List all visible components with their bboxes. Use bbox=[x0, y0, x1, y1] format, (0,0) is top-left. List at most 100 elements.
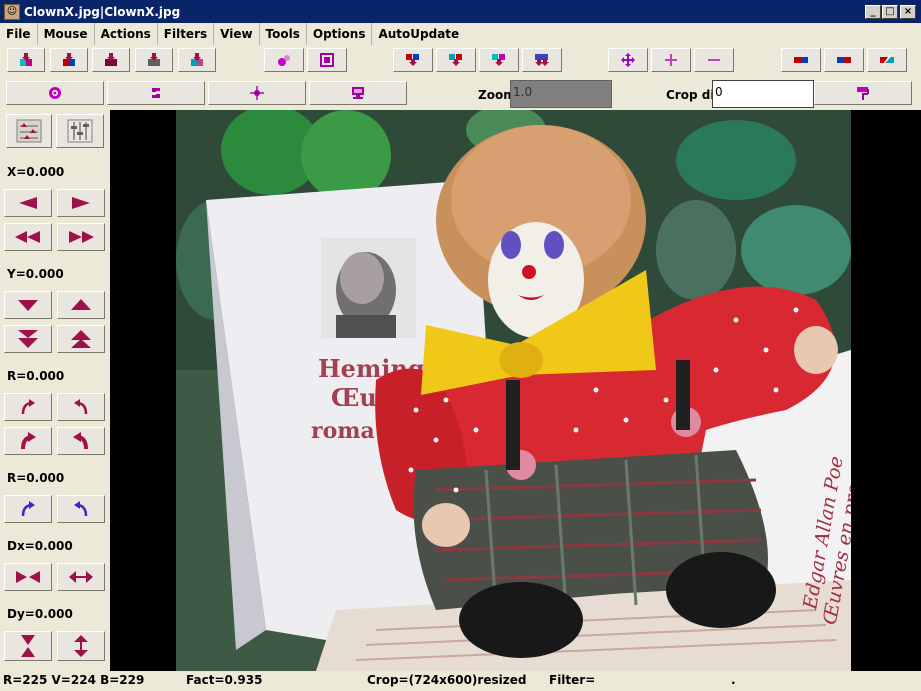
menu-autoupdate[interactable]: AutoUpdate bbox=[372, 23, 465, 45]
fine-rotate-left-button[interactable] bbox=[57, 495, 105, 523]
menu-file[interactable]: File bbox=[0, 23, 38, 45]
minus-icon bbox=[708, 59, 720, 61]
sliders-icon bbox=[67, 119, 93, 143]
anaglyph-image[interactable]: Hemingw Œu roma Edgar Allan Poe Œuvres e… bbox=[176, 110, 851, 671]
zoom-field[interactable]: 1.0 bbox=[510, 80, 612, 108]
load-stereo-icon bbox=[105, 53, 117, 66]
monitor-icon bbox=[352, 87, 364, 99]
fast-right-button[interactable] bbox=[57, 223, 105, 251]
load-right-button[interactable] bbox=[50, 48, 88, 72]
load-right-icon bbox=[63, 53, 75, 66]
image-viewer[interactable]: Hemingw Œu roma Edgar Allan Poe Œuvres e… bbox=[110, 110, 921, 671]
flip-icon bbox=[880, 54, 894, 66]
load-mix-icon bbox=[191, 53, 203, 66]
arrow-down-icon bbox=[18, 300, 38, 311]
load-mix-button[interactable] bbox=[178, 48, 216, 72]
flip-button[interactable] bbox=[867, 48, 907, 72]
fine-rotate-right-button[interactable] bbox=[4, 495, 52, 523]
close-button[interactable]: × bbox=[900, 5, 916, 19]
fast-rotate-left-button[interactable] bbox=[57, 427, 105, 455]
clown-photo: Hemingw Œu roma Edgar Allan Poe Œuvres e… bbox=[176, 110, 851, 671]
fast-rotate-cw-icon bbox=[21, 432, 36, 450]
load-left-icon bbox=[20, 53, 32, 66]
align-button[interactable] bbox=[107, 81, 205, 105]
shrink-vertical-icon bbox=[21, 635, 35, 657]
stretch-horizontal-icon bbox=[69, 571, 93, 583]
minimize-button[interactable]: _ bbox=[865, 5, 881, 19]
save-left-button[interactable] bbox=[393, 48, 433, 72]
fine-rotate-ccw-icon bbox=[74, 501, 88, 517]
status-bar: R=225 V=224 B=229 Fact=0.935 Crop=(724x6… bbox=[0, 671, 921, 691]
paint-button[interactable] bbox=[814, 81, 912, 105]
move-down-button[interactable] bbox=[4, 291, 52, 319]
move-left-button[interactable] bbox=[4, 189, 52, 217]
stereo-mode-button[interactable] bbox=[6, 81, 104, 105]
save-right-button[interactable] bbox=[436, 48, 476, 72]
fast-left-button[interactable] bbox=[4, 223, 52, 251]
shrink-y-button[interactable] bbox=[4, 631, 52, 661]
status-crop: Crop=(724x600)resized bbox=[367, 673, 527, 687]
fine-rotate-cw-icon bbox=[21, 501, 35, 517]
rotate-right-button[interactable] bbox=[4, 393, 52, 421]
swap-button[interactable] bbox=[781, 48, 821, 72]
load-stereo-button[interactable] bbox=[92, 48, 130, 72]
load-anaglyph-icon bbox=[148, 53, 160, 66]
menu-filters[interactable]: Filters bbox=[158, 23, 215, 45]
double-arrow-up-icon bbox=[71, 330, 91, 348]
status-filter: Filter= bbox=[549, 673, 596, 687]
save-right-icon bbox=[449, 54, 462, 66]
plus-icon bbox=[665, 54, 677, 66]
levels-icon bbox=[16, 119, 42, 143]
move-icon bbox=[621, 53, 635, 67]
status-extra: . bbox=[731, 673, 736, 687]
move-up-button[interactable] bbox=[57, 291, 105, 319]
frame-button[interactable] bbox=[307, 48, 347, 72]
crosshair-icon bbox=[250, 86, 264, 100]
eyedropper-button[interactable] bbox=[264, 48, 304, 72]
rotate-cw-icon bbox=[21, 399, 35, 415]
shrink-x-button[interactable] bbox=[4, 563, 52, 591]
shrink-horizontal-icon bbox=[16, 571, 40, 583]
rotation-label: R=0.000 bbox=[7, 369, 65, 383]
menu-actions[interactable]: Actions bbox=[95, 23, 158, 45]
zoom-in-button[interactable] bbox=[651, 48, 691, 72]
frame-icon bbox=[320, 53, 334, 67]
move-right-button[interactable] bbox=[57, 189, 105, 217]
crop-div-field[interactable]: 0 bbox=[712, 80, 814, 108]
mirror-icon bbox=[837, 57, 851, 63]
menu-view[interactable]: View bbox=[214, 23, 260, 45]
align-icon bbox=[152, 88, 160, 98]
menu-options[interactable]: Options bbox=[307, 23, 373, 45]
stretch-x-button[interactable] bbox=[57, 563, 105, 591]
rotate-left-button[interactable] bbox=[57, 393, 105, 421]
fast-up-button[interactable] bbox=[57, 325, 105, 353]
menu-tools[interactable]: Tools bbox=[260, 23, 307, 45]
fast-down-button[interactable] bbox=[4, 325, 52, 353]
zoom-out-button[interactable] bbox=[694, 48, 734, 72]
fast-rotate-right-button[interactable] bbox=[4, 427, 52, 455]
double-arrow-right-icon bbox=[69, 231, 94, 243]
load-anaglyph-button[interactable] bbox=[135, 48, 173, 72]
fast-rotate-ccw-icon bbox=[73, 432, 88, 450]
center-button[interactable] bbox=[208, 81, 306, 105]
save-anaglyph-button[interactable] bbox=[479, 48, 519, 72]
stretch-y-button[interactable] bbox=[57, 631, 105, 661]
move-button[interactable] bbox=[608, 48, 648, 72]
sliders-button[interactable] bbox=[56, 114, 104, 148]
status-fact: Fact=0.935 bbox=[186, 673, 263, 687]
adjustment-panel: X=0.000 Y=0.000 R=0.000 R=0.000 Dx=0.000… bbox=[0, 110, 110, 670]
save-stereo-button[interactable] bbox=[522, 48, 562, 72]
arrow-left-icon bbox=[19, 197, 37, 209]
save-stereo-icon bbox=[535, 54, 549, 66]
double-arrow-down-icon bbox=[18, 330, 38, 348]
rotation-fine-label: R=0.000 bbox=[7, 471, 65, 485]
display-button[interactable] bbox=[309, 81, 407, 105]
x-offset-label: X=0.000 bbox=[7, 165, 65, 179]
mirror-button[interactable] bbox=[824, 48, 864, 72]
stretch-vertical-icon bbox=[74, 635, 88, 657]
maximize-button[interactable]: □ bbox=[882, 5, 898, 19]
levels-button[interactable] bbox=[6, 114, 52, 148]
menu-mouse[interactable]: Mouse bbox=[38, 23, 95, 45]
load-left-button[interactable] bbox=[7, 48, 45, 72]
double-arrow-left-icon bbox=[15, 231, 40, 243]
